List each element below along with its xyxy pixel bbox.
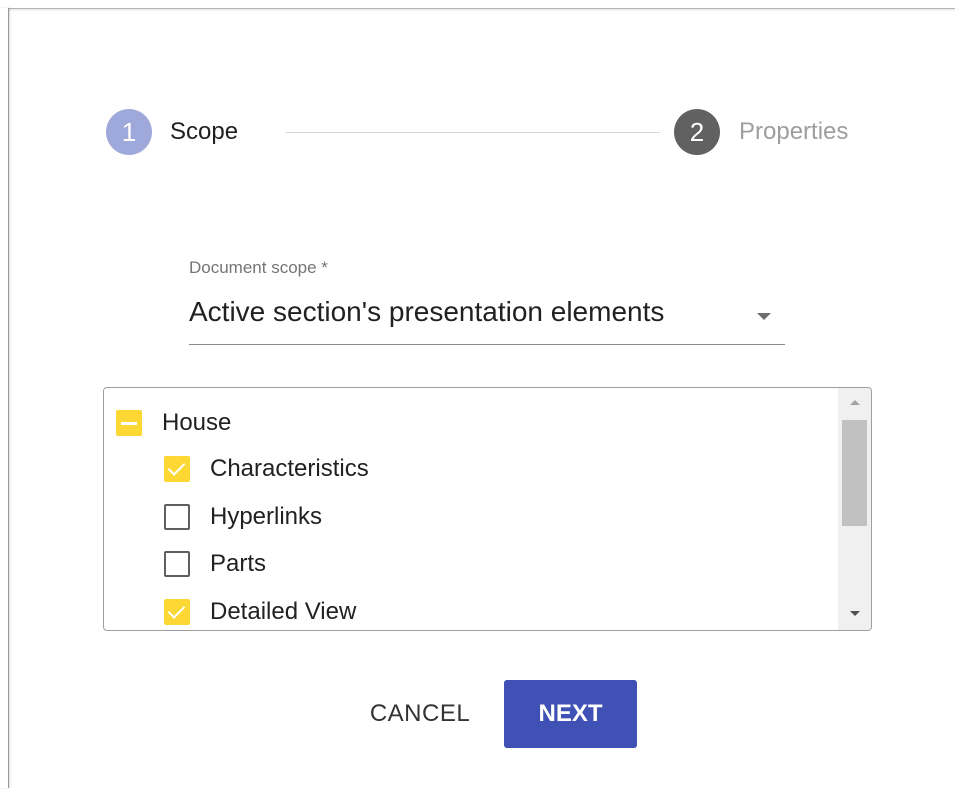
checked-checkbox-icon[interactable] — [164, 599, 190, 625]
unchecked-checkbox-icon[interactable] — [164, 504, 190, 530]
tree-scrollbar[interactable] — [838, 388, 871, 630]
tree-item-label: Hyperlinks — [210, 503, 323, 530]
document-scope-select[interactable]: Active section's presentation elements — [189, 292, 785, 345]
element-tree: House Characteristics Hyperlinks Parts D… — [103, 387, 872, 631]
checked-checkbox-icon[interactable] — [164, 456, 190, 482]
unchecked-checkbox-icon[interactable] — [164, 551, 190, 577]
tree-item-label: Parts — [210, 550, 267, 577]
scroll-up-arrow-icon[interactable] — [838, 388, 871, 418]
tree-item-hyperlinks[interactable]: Hyperlinks — [164, 497, 322, 537]
tree-item-label: Characteristics — [210, 455, 369, 482]
step-1-label[interactable]: Scope — [170, 117, 238, 147]
tree-item-detailed-view[interactable]: Detailed View — [164, 592, 357, 630]
cancel-button[interactable]: CANCEL — [350, 680, 490, 748]
tree-list: House Characteristics Hyperlinks Parts D… — [104, 388, 838, 630]
step-connector-line — [286, 132, 660, 133]
document-scope-label: Document scope * — [189, 258, 328, 277]
tree-item-label: Detailed View — [210, 598, 357, 625]
tree-item-parts[interactable]: Parts — [164, 544, 266, 584]
step-2-circle[interactable]: 2 — [674, 109, 720, 155]
next-button[interactable]: NEXT — [504, 680, 637, 748]
step-2-label[interactable]: Properties — [739, 117, 848, 147]
tree-item-house[interactable]: House — [116, 403, 231, 443]
dropdown-arrow-icon[interactable] — [757, 313, 771, 320]
tree-item-characteristics[interactable]: Characteristics — [164, 449, 369, 489]
step-1-circle[interactable]: 1 — [106, 109, 152, 155]
document-scope-value: Active section's presentation elements — [189, 296, 665, 327]
tree-item-label: House — [162, 409, 232, 436]
scroll-down-arrow-icon[interactable] — [838, 598, 871, 628]
indeterminate-checkbox-icon[interactable] — [116, 410, 142, 436]
scrollbar-thumb[interactable] — [842, 420, 867, 526]
stepper: 1 Scope 2 Properties — [0, 0, 955, 180]
